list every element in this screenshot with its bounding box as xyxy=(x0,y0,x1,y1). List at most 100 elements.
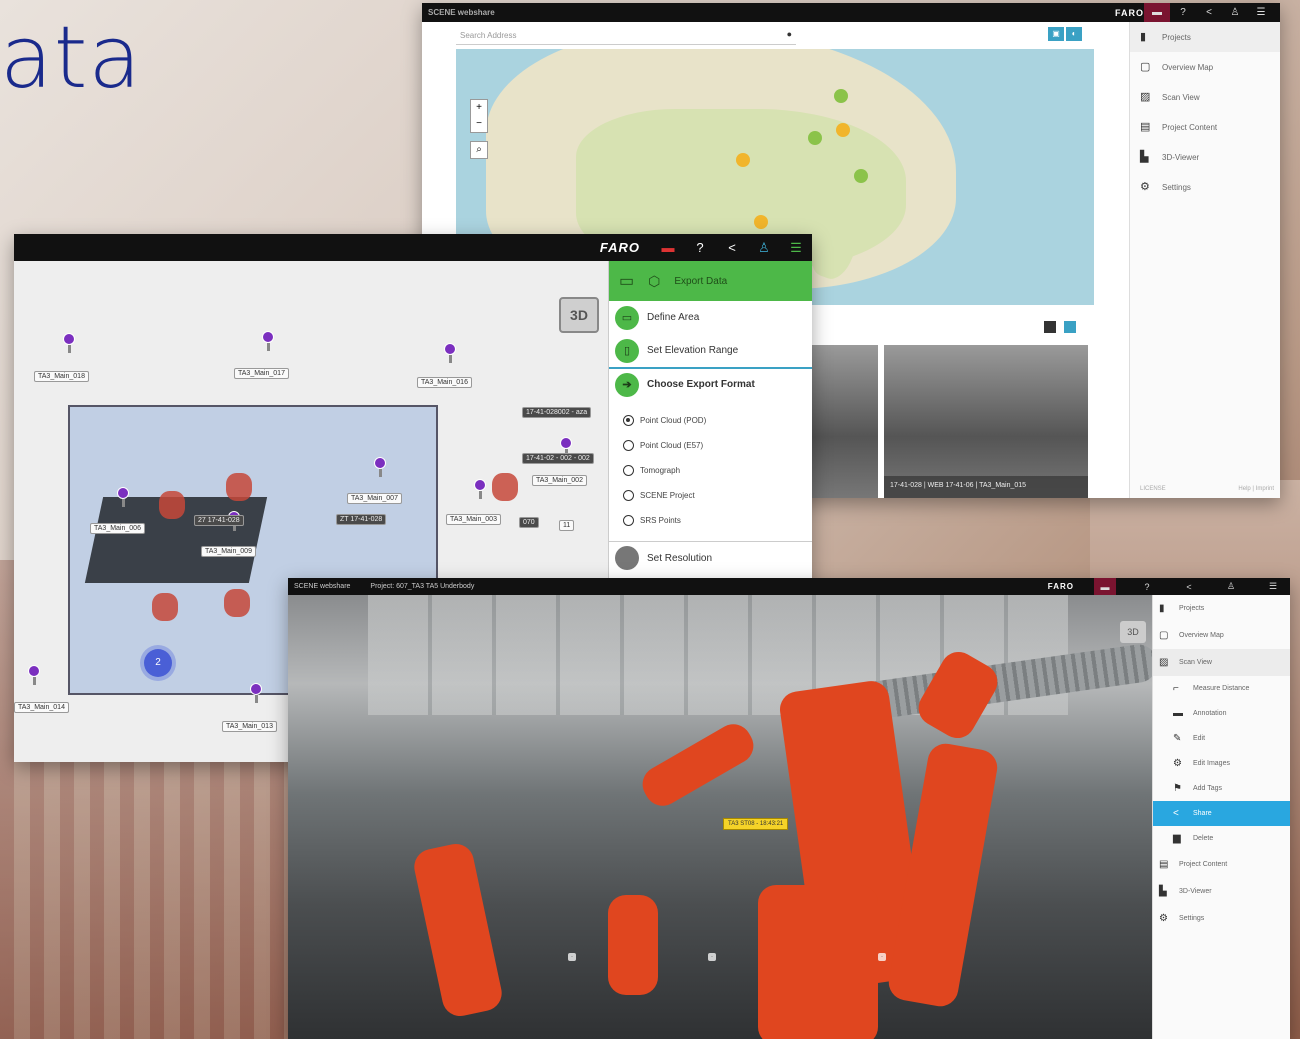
scan-tag[interactable]: TA3_Main_013 xyxy=(222,721,277,732)
map-marker[interactable] xyxy=(754,215,768,229)
cube-icon[interactable]: ⬡ xyxy=(648,273,660,290)
sidebar-item-delete[interactable]: ▆ Delete xyxy=(1153,826,1290,851)
sidebar-item-add-tags[interactable]: ⚑ Add Tags xyxy=(1153,776,1290,801)
map-marker[interactable] xyxy=(836,123,850,137)
footer-help[interactable]: Help | Imprint xyxy=(1238,486,1274,492)
sidebar-item-annotation[interactable]: ▬ Annotation xyxy=(1153,701,1290,726)
scan-tag[interactable]: TA3_Main_018 xyxy=(34,371,89,382)
scan-tag[interactable]: 17-41-02 - 002 - 002 xyxy=(522,453,594,464)
map-marker[interactable] xyxy=(736,153,750,167)
user-icon[interactable]: ♙ xyxy=(748,234,780,261)
step-set-resolution[interactable]: Set Resolution xyxy=(609,541,812,574)
footer-license[interactable]: LICENSE xyxy=(1140,486,1166,492)
scan-thumbnail[interactable] xyxy=(812,345,878,498)
scan-tag[interactable]: TA3_Main_002 xyxy=(532,475,587,486)
flag-icon[interactable]: ▬ xyxy=(652,234,684,261)
user-icon[interactable]: ♙ xyxy=(1220,578,1242,595)
search-input[interactable]: Search Address ● xyxy=(456,27,796,45)
radio-button[interactable] xyxy=(623,440,634,451)
scan-tag[interactable]: TA3_Main_014 xyxy=(14,702,69,713)
scan-thumbnail[interactable]: 17-41-028 | WEB 17-41-06 | TA3_Main_015 xyxy=(884,345,1088,498)
sidebar-item-overview-map[interactable]: ▢ Overview Map xyxy=(1130,52,1280,82)
scan-tag[interactable]: 11 xyxy=(559,520,575,531)
menu-icon[interactable]: ☰ xyxy=(780,234,812,261)
scan-position-tag[interactable]: · xyxy=(568,953,576,961)
map-marker[interactable] xyxy=(834,89,848,103)
sidebar-item-settings[interactable]: ⚙ Settings xyxy=(1153,905,1290,932)
help-icon[interactable]: ? xyxy=(684,234,716,261)
help-icon[interactable]: ? xyxy=(1136,578,1158,595)
scan-pin[interactable] xyxy=(28,665,40,685)
step-define-area[interactable]: ▭ Define Area xyxy=(609,301,812,334)
panorama-view[interactable]: 3D TA3 ST08 - 18:43:21 · · · xyxy=(288,595,1152,1039)
flag-icon[interactable]: ▬ xyxy=(1094,578,1116,595)
sidebar-item-projects[interactable]: ▮ Projects xyxy=(1153,595,1290,622)
list-view-button[interactable] xyxy=(1064,321,1076,333)
sidebar-item-share[interactable]: < Share xyxy=(1153,801,1290,826)
sidebar-item-measure-distance[interactable]: ⌐ Measure Distance xyxy=(1153,676,1290,701)
scan-tag[interactable]: 070 xyxy=(519,517,539,528)
grid-view-button[interactable] xyxy=(1044,321,1056,333)
radio-button[interactable] xyxy=(623,415,634,426)
scan-pin[interactable] xyxy=(250,683,262,703)
sidebar-item-3d-viewer[interactable]: ▙ 3D-Viewer xyxy=(1130,142,1280,172)
share-icon[interactable]: < xyxy=(1178,578,1200,595)
scan-pin[interactable] xyxy=(63,333,75,353)
sidebar-item-scan-view[interactable]: ▨ Scan View xyxy=(1130,82,1280,112)
floor-plan-icon[interactable]: ▭ xyxy=(619,271,634,291)
scan-tag[interactable]: TA3_Main_016 xyxy=(417,377,472,388)
sidebar-item-scan-view[interactable]: ▨ Scan View xyxy=(1153,649,1290,676)
search-icon[interactable]: ● xyxy=(787,29,792,39)
step-export-format[interactable]: ➔ Choose Export Format xyxy=(609,367,812,400)
format-option-scene-project[interactable]: SCENE Project xyxy=(609,483,812,508)
user-icon[interactable]: ♙ xyxy=(1222,3,1248,22)
scan-pin[interactable] xyxy=(560,437,572,457)
map-marker[interactable] xyxy=(808,131,822,145)
radio-button[interactable] xyxy=(623,490,634,501)
scan-pin[interactable] xyxy=(117,487,129,507)
zoom-search-button[interactable]: ⌕ xyxy=(470,141,488,159)
sidebar-item-overview-map[interactable]: ▢ Overview Map xyxy=(1153,622,1290,649)
step-elevation-range[interactable]: ▯ Set Elevation Range xyxy=(609,334,812,367)
flag-icon[interactable]: ▬ xyxy=(1144,3,1170,22)
measurement-tag[interactable]: TA3 ST08 - 18:43:21 xyxy=(723,818,789,830)
share-icon[interactable]: < xyxy=(1196,3,1222,22)
zoom-in-button[interactable]: + xyxy=(471,100,487,116)
scan-pin[interactable] xyxy=(474,479,486,499)
format-option-tomograph[interactable]: Tomograph xyxy=(609,458,812,483)
sidebar-item-project-content[interactable]: ▤ Project Content xyxy=(1130,112,1280,142)
format-option-srs-points[interactable]: SRS Points xyxy=(609,508,812,533)
project-breadcrumb[interactable]: Project: 607_TA3 TA5 Underbody xyxy=(370,583,474,590)
scan-tag[interactable]: TA3_Main_009 xyxy=(201,546,256,557)
scan-tag[interactable]: TA3_Main_017 xyxy=(234,368,289,379)
sidebar-item-edit[interactable]: ✎ Edit xyxy=(1153,726,1290,751)
scan-tag[interactable]: ZT 17-41-028 xyxy=(336,514,387,525)
scan-cluster[interactable]: 2 xyxy=(144,649,172,677)
scan-pin[interactable] xyxy=(262,331,274,351)
radio-button[interactable] xyxy=(623,515,634,526)
sidebar-item-edit-images[interactable]: ⚙ Edit Images xyxy=(1153,751,1290,776)
sidebar-item-3d-viewer[interactable]: ▙ 3D-Viewer xyxy=(1153,878,1290,905)
scan-pin[interactable] xyxy=(444,343,456,363)
menu-icon[interactable]: ☰ xyxy=(1262,578,1284,595)
sidebar-item-project-content[interactable]: ▤ Project Content xyxy=(1153,851,1290,878)
share-icon[interactable]: < xyxy=(716,234,748,261)
scan-tag[interactable]: 17-41-028002 - aza xyxy=(522,407,592,418)
scan-tag[interactable]: TA3_Main_007 xyxy=(347,493,402,504)
3d-toggle-button[interactable]: 3D xyxy=(559,297,599,333)
scan-position-tag[interactable]: · xyxy=(708,953,716,961)
zoom-out-button[interactable]: − xyxy=(471,116,487,132)
3d-toggle-button[interactable]: 3D xyxy=(1120,621,1146,643)
help-icon[interactable]: ? xyxy=(1170,3,1196,22)
scan-tag[interactable]: TA3_Main_003 xyxy=(446,514,501,525)
map-marker[interactable] xyxy=(854,169,868,183)
radio-button[interactable] xyxy=(623,465,634,476)
scan-position-tag[interactable]: · xyxy=(878,953,886,961)
sidebar-item-settings[interactable]: ⚙ Settings xyxy=(1130,172,1280,202)
satellite-view-button[interactable]: ◐ xyxy=(1066,27,1082,41)
map-view-button[interactable]: ▣ xyxy=(1048,27,1064,41)
format-option-e57[interactable]: Point Cloud (E57) xyxy=(609,433,812,458)
scan-tag[interactable]: TA3_Main_006 xyxy=(90,523,145,534)
scan-tag[interactable]: 27 17-41-028 xyxy=(194,515,244,526)
format-option-pod[interactable]: Point Cloud (POD) xyxy=(609,408,812,433)
